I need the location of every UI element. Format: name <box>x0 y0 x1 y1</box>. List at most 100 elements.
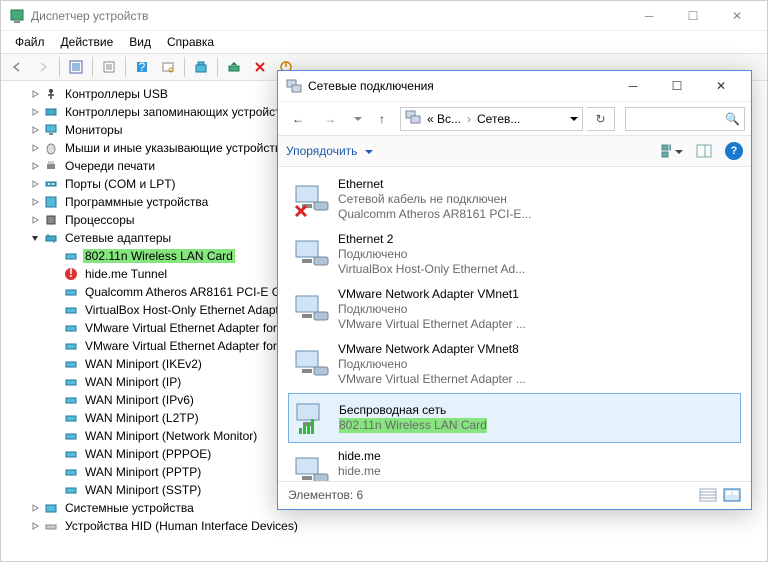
disable-button[interactable] <box>248 56 272 78</box>
back-button[interactable] <box>5 56 29 78</box>
search-input[interactable]: 🔍 <box>625 107 745 131</box>
expander-icon[interactable] <box>29 520 41 532</box>
tree-label: Процессоры <box>63 213 137 227</box>
menu-help[interactable]: Справка <box>159 33 222 51</box>
nav-forward-button[interactable]: → <box>316 107 344 131</box>
connection-item[interactable]: EthernetСетевой кабель не подключенQualc… <box>288 173 741 226</box>
network-icon <box>43 230 59 246</box>
expander-icon[interactable] <box>49 484 61 496</box>
help-button[interactable]: ? <box>725 142 743 160</box>
organize-menu[interactable]: Упорядочить <box>286 144 373 158</box>
expander-icon[interactable] <box>29 160 41 172</box>
expander-icon[interactable] <box>49 322 61 334</box>
connection-name: Ethernet <box>338 177 531 192</box>
refresh-button[interactable]: ↻ <box>587 107 615 131</box>
forward-button[interactable] <box>31 56 55 78</box>
expander-icon[interactable] <box>29 142 41 154</box>
nav-up-button[interactable]: ↑ <box>368 107 396 131</box>
svg-text:!: ! <box>69 267 73 280</box>
minimize-button[interactable]: ─ <box>627 2 671 30</box>
port-icon <box>43 176 59 192</box>
connection-item[interactable]: Ethernet 2ПодключеноVirtualBox Host-Only… <box>288 228 741 281</box>
menu-view[interactable]: Вид <box>121 33 159 51</box>
close-button[interactable]: ✕ <box>715 2 759 30</box>
tree-label: WAN Miniport (IKEv2) <box>83 357 204 371</box>
connection-item[interactable]: hide.mehide.mehide.me Tunnel <box>288 445 741 481</box>
connection-item[interactable]: VMware Network Adapter VMnet8ПодключеноV… <box>288 338 741 391</box>
crumb-1[interactable]: « Вс... <box>425 112 463 126</box>
folder-icon <box>405 109 421 128</box>
maximize-button[interactable]: ☐ <box>671 2 715 30</box>
expander-icon[interactable] <box>49 412 61 424</box>
tunnel-error-icon: ! <box>63 266 79 282</box>
expander-icon[interactable] <box>49 268 61 280</box>
minimize-button[interactable]: ─ <box>611 72 655 100</box>
scan-button[interactable] <box>156 56 180 78</box>
expander-icon[interactable] <box>29 106 41 118</box>
svg-text:?: ? <box>139 60 146 74</box>
help-button[interactable]: ? <box>130 56 154 78</box>
item-count: Элементов: 6 <box>288 488 363 502</box>
connection-icon <box>292 452 332 482</box>
connection-name: VMware Network Adapter VMnet1 <box>338 287 526 302</box>
netadapter-icon <box>63 464 79 480</box>
expander-icon[interactable] <box>29 196 41 208</box>
connections-list[interactable]: EthernetСетевой кабель не подключенQualc… <box>278 167 751 481</box>
expander-icon[interactable] <box>29 178 41 190</box>
view-options-button[interactable] <box>661 141 683 161</box>
dm-title: Диспетчер устройств <box>31 9 148 23</box>
menu-action[interactable]: Действие <box>53 33 122 51</box>
nav-recent-button[interactable] <box>348 107 364 131</box>
menu-file[interactable]: Файл <box>7 33 53 51</box>
tree-label: VMware Virtual Ethernet Adapter for V <box>83 339 290 353</box>
expander-icon[interactable] <box>49 340 61 352</box>
cpu-icon <box>43 212 59 228</box>
update-driver-button[interactable] <box>189 56 213 78</box>
expander-icon[interactable] <box>49 358 61 370</box>
expander-icon[interactable] <box>49 466 61 478</box>
expander-icon[interactable] <box>49 376 61 388</box>
connection-status: hide.me <box>338 464 420 479</box>
software-icon <box>43 194 59 210</box>
expander-icon[interactable] <box>29 88 41 100</box>
dm-menubar: Файл Действие Вид Справка <box>1 31 767 53</box>
tree-label: WAN Miniport (IP) <box>83 375 183 389</box>
breadcrumb-dropdown[interactable] <box>566 112 578 126</box>
connection-status: Подключено <box>338 357 526 372</box>
expander-icon[interactable] <box>29 124 41 136</box>
connection-icon <box>292 290 332 330</box>
connection-item[interactable]: Беспроводная сеть802.11n Wireless LAN Ca… <box>288 393 741 443</box>
tree-label: VMware Virtual Ethernet Adapter for V <box>83 321 290 335</box>
connection-name: Ethernet 2 <box>338 232 525 247</box>
expander-icon[interactable] <box>29 232 41 244</box>
maximize-button[interactable]: ☐ <box>655 72 699 100</box>
dm-titlebar: Диспетчер устройств ─ ☐ ✕ <box>1 1 767 31</box>
tree-item[interactable]: Устройства HID (Human Interface Devices) <box>1 517 767 535</box>
connection-status: Сетевой кабель не подключен <box>338 192 531 207</box>
expander-icon[interactable] <box>49 394 61 406</box>
crumb-2[interactable]: Сетев... <box>475 112 522 126</box>
netadapter-icon <box>63 482 79 498</box>
expander-icon[interactable] <box>49 448 61 460</box>
connection-item[interactable]: VMware Network Adapter VMnet1ПодключеноV… <box>288 283 741 336</box>
nav-back-button[interactable]: ← <box>284 107 312 131</box>
icons-view-button[interactable] <box>723 488 741 502</box>
netadapter-icon <box>63 284 79 300</box>
tree-label: Системные устройства <box>63 501 196 515</box>
uninstall-button[interactable] <box>222 56 246 78</box>
expander-icon[interactable] <box>49 430 61 442</box>
expander-icon[interactable] <box>29 502 41 514</box>
nc-commandbar: Упорядочить ? <box>278 135 751 167</box>
preview-pane-button[interactable] <box>693 141 715 161</box>
details-view-button[interactable] <box>699 488 717 502</box>
connection-text: Ethernet 2ПодключеноVirtualBox Host-Only… <box>338 232 525 277</box>
show-hidden-button[interactable] <box>64 56 88 78</box>
expander-icon[interactable] <box>49 286 61 298</box>
properties-button[interactable] <box>97 56 121 78</box>
close-button[interactable]: ✕ <box>699 72 743 100</box>
expander-icon[interactable] <box>29 214 41 226</box>
nc-addressbar: ← → ↑ « Вс... › Сетев... ↻ 🔍 <box>278 101 751 135</box>
breadcrumb[interactable]: « Вс... › Сетев... <box>400 107 583 131</box>
expander-icon[interactable] <box>49 304 61 316</box>
expander-icon[interactable] <box>49 250 61 262</box>
